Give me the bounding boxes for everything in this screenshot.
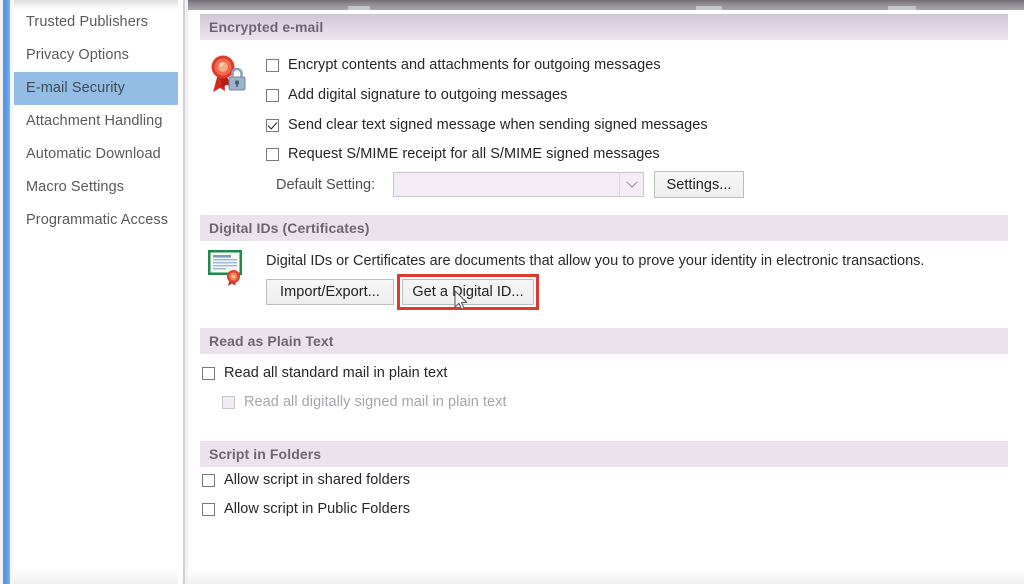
sidebar-nav-list: Trusted Publishers Privacy Options E-mai… xyxy=(14,6,178,237)
section-header-encrypted-email: Encrypted e-mail xyxy=(200,14,1008,40)
content-bottom-fade xyxy=(188,570,1024,584)
section-title: Script in Folders xyxy=(209,446,322,462)
section-header-digital-ids: Digital IDs (Certificates) xyxy=(200,215,1008,241)
checkbox-row-allow-script-public-folders[interactable]: Allow script in Public Folders xyxy=(202,501,410,517)
sidebar-item-label: Macro Settings xyxy=(26,179,125,195)
sidebar-item-trusted-publishers[interactable]: Trusted Publishers xyxy=(14,6,178,39)
checkbox-label: Read all standard mail in plain text xyxy=(224,365,448,381)
checkbox-label: Encrypt contents and attachments for out… xyxy=(288,57,661,73)
checkbox-row-read-standard-mail-plain[interactable]: Read all standard mail in plain text xyxy=(202,365,447,381)
sidebar-item-label: Trusted Publishers xyxy=(26,14,149,30)
sidebar-item-privacy-options[interactable]: Privacy Options xyxy=(14,39,178,72)
default-setting-dropdown[interactable] xyxy=(393,172,644,197)
chevron-down-icon[interactable] xyxy=(619,173,643,196)
sidebar-item-macro-settings[interactable]: Macro Settings xyxy=(14,171,178,204)
import-export-button[interactable]: Import/Export... xyxy=(266,279,394,305)
checkbox-row-send-clear-text[interactable]: Send clear text signed message when send… xyxy=(266,117,708,133)
settings-button[interactable]: Settings... xyxy=(654,171,744,198)
section-title: Digital IDs (Certificates) xyxy=(209,220,370,236)
sidebar-item-label: Privacy Options xyxy=(26,47,130,63)
checkbox-add-digital-signature[interactable] xyxy=(266,88,279,102)
get-a-digital-id-button-label: Get a Digital ID... xyxy=(412,284,524,300)
sidebar-item-label: Programmatic Access xyxy=(26,212,169,228)
sidebar-item-attachment-handling[interactable]: Attachment Handling xyxy=(14,105,178,138)
checkbox-row-allow-script-shared-folders[interactable]: Allow script in shared folders xyxy=(202,472,410,488)
checkbox-row-encrypt-contents[interactable]: Encrypt contents and attachments for out… xyxy=(266,57,661,73)
sidebar-item-email-security[interactable]: E-mail Security xyxy=(14,72,178,105)
section-title: Encrypted e-mail xyxy=(209,19,324,35)
certificate-icon xyxy=(206,247,248,287)
sidebar-item-label: E-mail Security xyxy=(26,80,125,96)
sidebar-bottom-fade xyxy=(14,568,178,584)
checkbox-label: Request S/MIME receipt for all S/MIME si… xyxy=(288,146,660,162)
section-header-script-in-folders: Script in Folders xyxy=(200,441,1008,467)
get-a-digital-id-button[interactable]: Get a Digital ID... xyxy=(402,279,534,305)
settings-window: Trusted Publishers Privacy Options E-mai… xyxy=(0,0,1024,584)
sidebar-item-label: Automatic Download xyxy=(26,146,161,162)
checkbox-row-read-signed-mail-plain: Read all digitally signed mail in plain … xyxy=(222,394,507,410)
seal-lock-icon xyxy=(204,50,250,96)
checkbox-label: Allow script in shared folders xyxy=(224,472,411,488)
checkbox-read-standard-mail-plain[interactable] xyxy=(202,366,215,380)
import-export-button-label: Import/Export... xyxy=(280,284,380,300)
checkbox-label: Read all digitally signed mail in plain … xyxy=(244,394,507,410)
checkbox-row-add-digital-signature[interactable]: Add digital signature to outgoing messag… xyxy=(266,87,567,103)
checkbox-read-signed-mail-plain xyxy=(222,395,235,409)
sidebar-item-automatic-download[interactable]: Automatic Download xyxy=(14,138,178,171)
sidebar-item-programmatic-access[interactable]: Programmatic Access xyxy=(14,204,178,237)
default-setting-label: Default Setting: xyxy=(276,177,376,193)
checkbox-label: Add digital signature to outgoing messag… xyxy=(288,87,568,103)
checkbox-allow-script-shared-folders[interactable] xyxy=(202,473,215,487)
checkbox-request-smime-receipt[interactable] xyxy=(266,147,279,161)
checkbox-label: Allow script in Public Folders xyxy=(224,501,411,517)
checkbox-send-clear-text[interactable] xyxy=(266,118,279,132)
checkbox-row-request-smime-receipt[interactable]: Request S/MIME receipt for all S/MIME si… xyxy=(266,146,660,162)
window-accent-bar xyxy=(3,0,10,584)
checkbox-encrypt-contents[interactable] xyxy=(266,58,279,72)
settings-category-sidebar: Trusted Publishers Privacy Options E-mai… xyxy=(14,0,178,584)
sidebar-item-label: Attachment Handling xyxy=(26,113,163,129)
settings-button-label: Settings... xyxy=(666,176,732,193)
section-header-read-as-plain-text: Read as Plain Text xyxy=(200,328,1008,354)
settings-content-pane: Encrypted e-mail Encrypt contents and at… xyxy=(188,10,1024,584)
section-title: Read as Plain Text xyxy=(209,333,334,349)
scrolled-content-strip xyxy=(188,0,1024,10)
digital-ids-description: Digital IDs or Certificates are document… xyxy=(266,253,925,269)
checkbox-label: Send clear text signed message when send… xyxy=(288,117,708,133)
checkbox-allow-script-public-folders[interactable] xyxy=(202,502,215,516)
